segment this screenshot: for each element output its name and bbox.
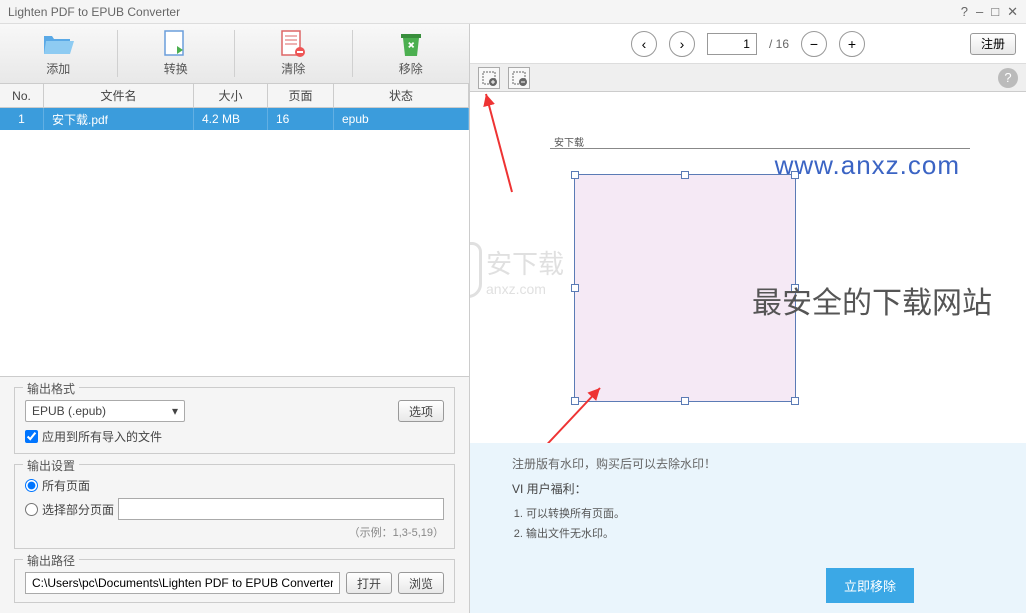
path-legend: 输出路径 xyxy=(23,552,79,569)
doc-divider xyxy=(550,148,970,149)
document-clear-icon xyxy=(277,30,309,58)
preview-toolbar: ‹ › / 16 − + 注册 xyxy=(470,24,1026,64)
preview-area[interactable]: 安下载 www.anxz.com 最安全的下载网站 ↓ 安下载 anxz.com xyxy=(470,92,1026,613)
watermark-text: 最安全的下载网站 xyxy=(752,278,992,322)
register-button[interactable]: 注册 xyxy=(970,33,1016,55)
all-pages-radio[interactable] xyxy=(25,479,38,492)
promo-item-1: 可以转换所有页面。 xyxy=(526,505,984,525)
output-format-fieldset: 输出格式 EPUB (.epub) ▾ 选项 应用到所有导入的文件 xyxy=(14,387,455,454)
table-row[interactable]: 1 安下载.pdf 4.2 MB 16 epub xyxy=(0,108,469,130)
page-hint: （示例：1,3-5,19） xyxy=(25,524,444,540)
logo-sub: anxz.com xyxy=(486,281,564,297)
prev-page-button[interactable]: ‹ xyxy=(631,31,657,57)
apply-all-checkbox[interactable] xyxy=(25,430,38,443)
app-title: Lighten PDF to EPUB Converter xyxy=(8,5,961,19)
convert-label: 转换 xyxy=(164,60,188,77)
page-range-input[interactable] xyxy=(118,498,444,520)
chevron-down-icon: ▾ xyxy=(172,404,178,418)
promo-title: 注册版有水印，购买后可以去除水印！ xyxy=(512,455,984,472)
output-path-input[interactable] xyxy=(25,572,340,594)
output-path-fieldset: 输出路径 打开 浏览 xyxy=(14,559,455,603)
watermark-url: www.anxz.com xyxy=(775,150,960,181)
watermark-logo: ↓ 安下载 anxz.com xyxy=(470,242,564,298)
page-total: / 16 xyxy=(769,37,789,51)
promo-list: 可以转换所有页面。 输出文件无水印。 xyxy=(526,505,984,545)
page-number-input[interactable] xyxy=(707,33,757,55)
crop-remove-icon[interactable] xyxy=(508,67,530,89)
add-label: 添加 xyxy=(46,60,70,77)
convert-button[interactable]: 转换 xyxy=(118,30,236,77)
shield-icon: ↓ xyxy=(470,242,482,298)
close-icon[interactable]: ✕ xyxy=(1007,4,1018,20)
handle-se[interactable] xyxy=(791,397,799,405)
file-list[interactable]: 1 安下载.pdf 4.2 MB 16 epub xyxy=(0,108,469,376)
cell-no: 1 xyxy=(0,108,44,130)
format-select[interactable]: EPUB (.epub) ▾ xyxy=(25,400,185,422)
document-convert-icon xyxy=(160,30,192,58)
settings-panel: 输出格式 EPUB (.epub) ▾ 选项 应用到所有导入的文件 输出设置 xyxy=(0,376,469,613)
maximize-icon[interactable]: □ xyxy=(991,4,999,20)
annotation-arrow-1 xyxy=(470,92,518,203)
options-button[interactable]: 选项 xyxy=(398,400,444,422)
help-icon[interactable]: ? xyxy=(998,68,1018,88)
promo-band: 注册版有水印，购买后可以去除水印！ VI 用户福利： 可以转换所有页面。 输出文… xyxy=(470,443,1026,613)
help-icon[interactable]: ? xyxy=(961,4,968,20)
col-name[interactable]: 文件名 xyxy=(44,84,194,107)
next-page-button[interactable]: › xyxy=(669,31,695,57)
format-legend: 输出格式 xyxy=(23,380,79,397)
handle-sw[interactable] xyxy=(571,397,579,405)
col-status[interactable]: 状态 xyxy=(334,84,469,107)
cell-name: 安下载.pdf xyxy=(44,108,194,130)
remove-watermark-button[interactable]: 立即移除 xyxy=(826,568,914,603)
output-settings-fieldset: 输出设置 所有页面 选择部分页面 （示例：1,3-5,19） xyxy=(14,464,455,549)
apply-all-label: 应用到所有导入的文件 xyxy=(42,428,162,445)
cell-status: epub xyxy=(334,108,469,130)
minimize-icon[interactable]: – xyxy=(976,4,983,20)
main-toolbar: 添加 转换 清除 移除 xyxy=(0,24,469,84)
handle-s[interactable] xyxy=(681,397,689,405)
remove-label: 移除 xyxy=(399,60,423,77)
col-size[interactable]: 大小 xyxy=(194,84,268,107)
handle-w[interactable] xyxy=(571,284,579,292)
output-legend: 输出设置 xyxy=(23,457,79,474)
zoom-in-button[interactable]: + xyxy=(839,31,865,57)
crop-toolbar: ? xyxy=(470,64,1026,92)
titlebar: Lighten PDF to EPUB Converter ? – □ ✕ xyxy=(0,0,1026,24)
browse-button[interactable]: 浏览 xyxy=(398,572,444,594)
format-value: EPUB (.epub) xyxy=(32,404,106,418)
zoom-out-button[interactable]: − xyxy=(801,31,827,57)
crop-add-icon[interactable] xyxy=(478,67,500,89)
promo-sub: VI 用户福利： xyxy=(512,480,984,497)
all-pages-label: 所有页面 xyxy=(42,477,90,494)
open-button[interactable]: 打开 xyxy=(346,572,392,594)
col-page[interactable]: 页面 xyxy=(268,84,334,107)
right-panel: ‹ › / 16 − + 注册 ? 安下载 xyxy=(470,24,1026,613)
promo-item-2: 输出文件无水印。 xyxy=(526,525,984,545)
doc-header: 安下载 xyxy=(554,134,584,149)
add-button[interactable]: 添加 xyxy=(0,30,118,77)
cell-size: 4.2 MB xyxy=(194,108,268,130)
left-panel: 添加 转换 清除 移除 No. 文 xyxy=(0,24,470,613)
col-no[interactable]: No. xyxy=(0,84,44,107)
remove-button[interactable]: 移除 xyxy=(353,30,470,77)
cell-page: 16 xyxy=(268,108,334,130)
table-header: No. 文件名 大小 页面 状态 xyxy=(0,84,469,108)
clear-button[interactable]: 清除 xyxy=(235,30,353,77)
partial-pages-label: 选择部分页面 xyxy=(42,501,114,518)
logo-text: 安下载 xyxy=(486,244,564,281)
window-controls: ? – □ ✕ xyxy=(961,4,1018,20)
handle-n[interactable] xyxy=(681,171,689,179)
handle-nw[interactable] xyxy=(571,171,579,179)
folder-open-icon xyxy=(42,30,74,58)
clear-label: 清除 xyxy=(281,60,305,77)
partial-pages-radio[interactable] xyxy=(25,503,38,516)
trash-icon xyxy=(395,30,427,58)
